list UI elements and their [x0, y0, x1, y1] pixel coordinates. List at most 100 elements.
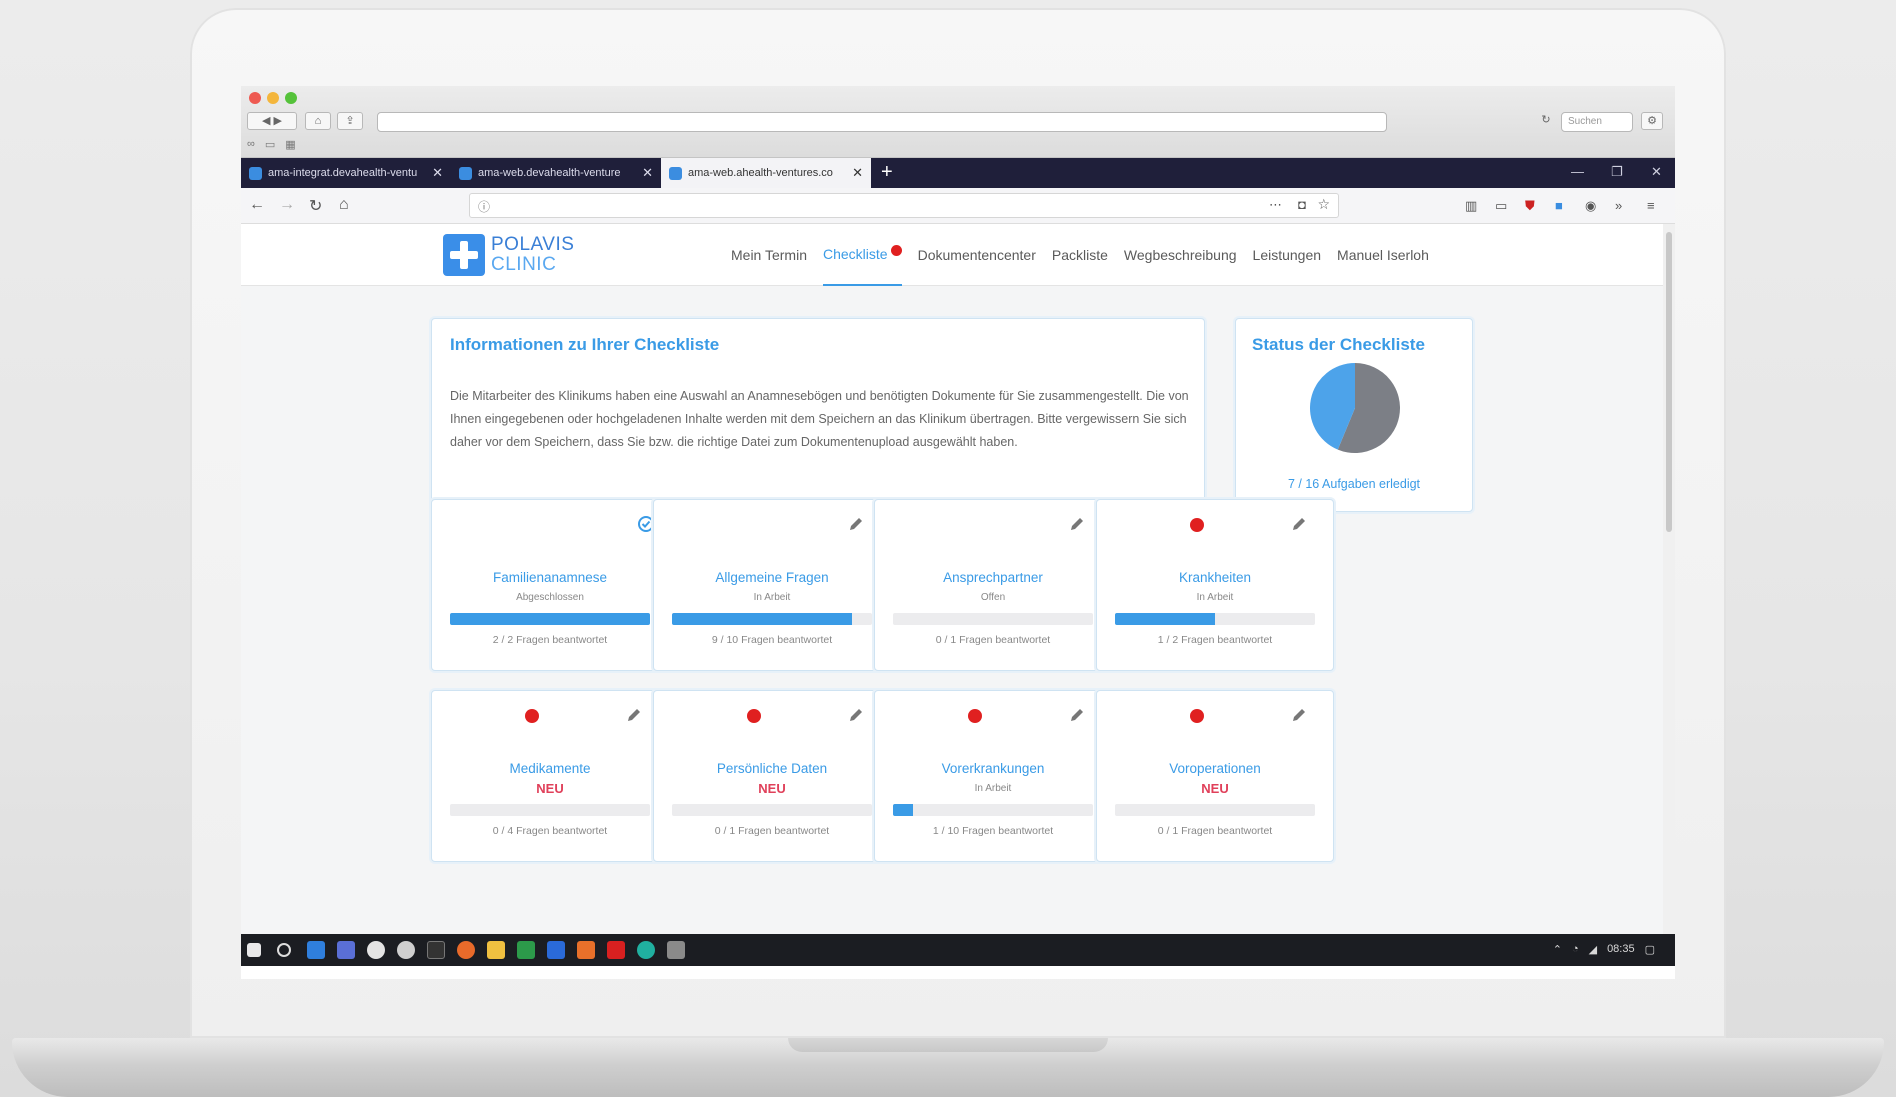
reload-icon[interactable]: ↻: [309, 196, 322, 216]
pencil-icon[interactable]: [846, 514, 866, 534]
task-progress-bar: [450, 613, 650, 625]
page-scrollbar[interactable]: [1663, 224, 1675, 934]
menu-item-packliste[interactable]: Packliste: [1052, 224, 1108, 286]
close-icon[interactable]: ✕: [642, 165, 653, 181]
os-taskbar: ⌃ ◔ ◢ 08:35 ▢: [241, 934, 1675, 966]
task-card[interactable]: Familienanamnese Abgeschlossen 2 / 2 Frage…: [431, 499, 669, 671]
app-icon-explorer[interactable]: [487, 941, 505, 959]
notification-dot: [525, 709, 539, 723]
browser-tab[interactable]: ama-web.devahealth-venture ✕: [451, 158, 661, 188]
pencil-icon[interactable]: [846, 705, 866, 725]
shield-icon[interactable]: ⛊: [1525, 198, 1535, 214]
app-icon-firefox[interactable]: [457, 941, 475, 959]
task-count: 9 / 10 Fragen beantwortet: [711, 634, 833, 646]
app-icon-terminal[interactable]: [427, 941, 445, 959]
task-progress-fill: [450, 613, 650, 625]
task-status: In Arbeit: [753, 592, 791, 603]
tab-label: ama-web.devahealth-venture: [478, 167, 621, 179]
tray-volume-icon[interactable]: ◢: [1589, 943, 1597, 956]
grid-icon[interactable]: ▦: [285, 138, 295, 151]
status-progress-label: 7 / 16 Aufgaben erledigt: [1287, 477, 1421, 491]
info-icon[interactable]: ⓘ: [478, 198, 490, 215]
menu-item-checkliste[interactable]: Checkliste: [823, 224, 902, 286]
favicon-icon: [669, 166, 682, 180]
pencil-icon[interactable]: [1067, 705, 1087, 725]
library-icon[interactable]: ▥: [1465, 198, 1477, 214]
star-icon[interactable]: ☆: [1317, 196, 1330, 213]
pencil-icon[interactable]: [1289, 514, 1309, 534]
close-icon[interactable]: ✕: [1651, 164, 1662, 180]
system-tray: ⌃ ◔ ◢ 08:35 ▢: [1553, 943, 1655, 956]
minimize-icon[interactable]: —: [1571, 164, 1584, 179]
close-window-button[interactable]: [249, 92, 261, 104]
menu-item-dokumentencenter[interactable]: Dokumentencenter: [918, 224, 1036, 286]
tray-network-icon[interactable]: ◔: [1572, 943, 1579, 956]
task-progress-bar: [672, 613, 872, 625]
account-icon[interactable]: ◉: [1585, 198, 1596, 214]
overflow-icon[interactable]: »: [1615, 198, 1622, 213]
reload-icon[interactable]: ↻: [1537, 112, 1555, 130]
menu-item-wegbeschreibung[interactable]: Wegbeschreibung: [1124, 224, 1237, 286]
menu-label: Dokumentencenter: [917, 247, 1036, 263]
more-icon[interactable]: ⋯: [1269, 197, 1282, 213]
notification-icon[interactable]: ▢: [1645, 943, 1655, 956]
app-icon-generic[interactable]: [637, 941, 655, 959]
app-icon-settings[interactable]: [397, 941, 415, 959]
app-icon-word[interactable]: [547, 941, 565, 959]
task-card[interactable]: Medikamente NEU 0 / 4 Fragen beantwortet: [431, 690, 669, 862]
app-icon-chrome[interactable]: [367, 941, 385, 959]
pocket-icon[interactable]: ◘: [1298, 197, 1306, 212]
pencil-icon[interactable]: [624, 705, 644, 725]
app-icon-edge[interactable]: [307, 941, 325, 959]
task-count: 1 / 10 Fragen beantwortet: [932, 825, 1054, 837]
forward-arrow-icon[interactable]: →: [279, 196, 295, 214]
menu-item-leistungen[interactable]: Leistungen: [1253, 224, 1322, 286]
browser-tab[interactable]: ama-integrat.devahealth-ventu ✕: [241, 158, 451, 188]
taskbar-clock[interactable]: 08:35: [1607, 943, 1635, 956]
task-count: 0 / 4 Fragen beantwortet: [492, 825, 608, 837]
search-icon[interactable]: [277, 943, 291, 957]
sidebar-icon[interactable]: ▭: [1495, 198, 1507, 214]
share-icon[interactable]: ⇪: [337, 112, 363, 130]
menu-item-user[interactable]: Manuel Iserloh: [1337, 224, 1429, 286]
menu-item-mein-termin[interactable]: Mein Termin: [731, 224, 807, 286]
pencil-icon[interactable]: [1289, 705, 1309, 725]
sidebar-icon[interactable]: ▭: [265, 138, 275, 151]
restore-icon[interactable]: ❐: [1611, 164, 1623, 180]
task-card[interactable]: Krankheiten In Arbeit 1 / 2 Fragen beantwo…: [1096, 499, 1334, 671]
task-card[interactable]: Vorerkrankungen In Arbeit 1 / 10 Fragen be…: [874, 690, 1112, 862]
app-icon-tool[interactable]: [667, 941, 685, 959]
app-icon-excel[interactable]: [517, 941, 535, 959]
new-tab-button[interactable]: +: [881, 161, 893, 184]
task-card[interactable]: Voroperationen NEU 0 / 1 Fragen beantworte…: [1096, 690, 1334, 862]
browser-tab-active[interactable]: ama-web.ahealth-ventures.co ✕: [661, 158, 871, 188]
outer-url-bar[interactable]: [377, 112, 1387, 132]
app-icon-powerpoint[interactable]: [577, 941, 595, 959]
minimize-window-button[interactable]: [267, 92, 279, 104]
navigation-bar: ← → ↻ ⌂ ⓘ ⋯ ◘ ☆ ▥ ▭ ⛊ ■ ◉ » ≡: [241, 188, 1675, 224]
start-icon[interactable]: [247, 943, 261, 957]
clinic-logo[interactable]: POLAVIS CLINIC: [443, 234, 574, 276]
menu-icon[interactable]: ≡: [1647, 198, 1655, 213]
task-card[interactable]: Persönliche Daten NEU 0 / 1 Fragen beantwo…: [653, 690, 891, 862]
settings-icon[interactable]: ⚙: [1641, 112, 1663, 130]
app-icon-teams[interactable]: [337, 941, 355, 959]
back-arrow-icon[interactable]: ←: [249, 196, 265, 214]
extension-icon[interactable]: ■: [1555, 198, 1563, 213]
url-input[interactable]: ⓘ ⋯ ◘ ☆: [469, 193, 1339, 218]
app-icon-acrobat[interactable]: [607, 941, 625, 959]
close-icon[interactable]: ✕: [432, 165, 443, 181]
reader-icon[interactable]: ∞: [247, 138, 255, 151]
maximize-window-button[interactable]: [285, 92, 297, 104]
task-card[interactable]: Ansprechpartner Offen 0 / 1 Fragen beantwo…: [874, 499, 1112, 671]
pencil-icon[interactable]: [1067, 514, 1087, 534]
logo-line-1: POLAVIS: [491, 234, 575, 255]
task-card[interactable]: Allgemeine Fragen In Arbeit 9 / 10 Fragen …: [653, 499, 891, 671]
outer-search-input[interactable]: Suchen: [1561, 112, 1633, 132]
back-forward-buttons[interactable]: ◀ ▶: [247, 112, 297, 130]
scrollbar-thumb[interactable]: [1666, 232, 1672, 532]
close-icon[interactable]: ✕: [852, 165, 863, 181]
home-icon[interactable]: ⌂: [339, 196, 349, 214]
tray-chevron-up-icon[interactable]: ⌃: [1553, 943, 1562, 956]
home-icon[interactable]: ⌂: [305, 112, 331, 130]
